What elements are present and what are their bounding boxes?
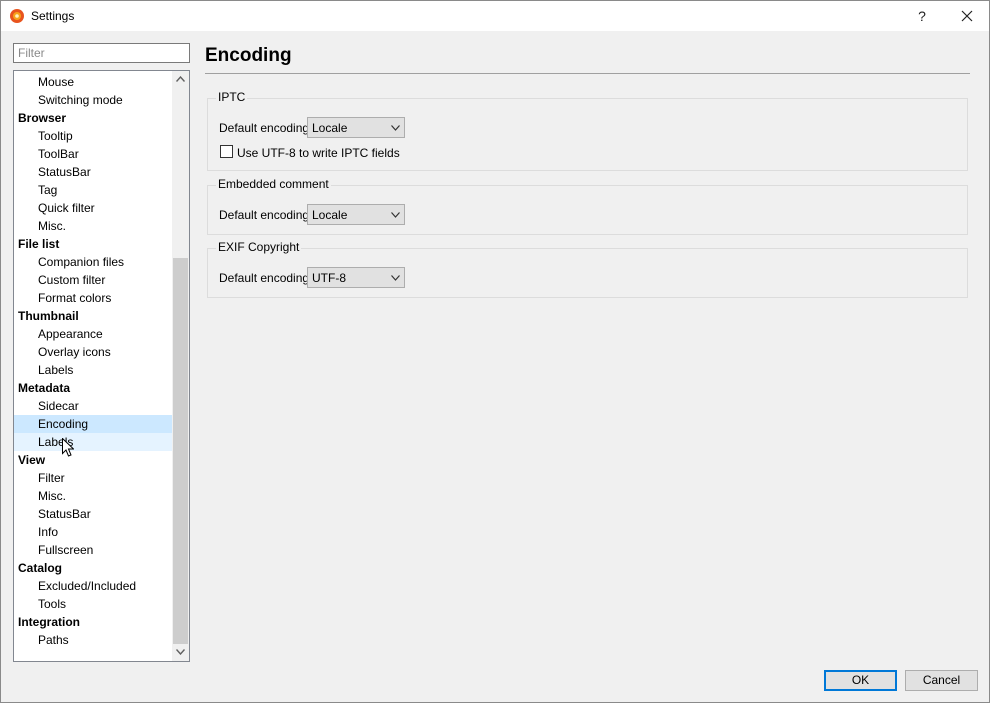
iptc-group: IPTC Default encoding Locale Use UTF-8 t… <box>207 90 968 171</box>
app-logo-icon <box>9 8 25 24</box>
tree-item[interactable]: StatusBar <box>14 163 172 181</box>
tree-item[interactable]: Companion files <box>14 253 172 271</box>
tree-item[interactable]: Fullscreen <box>14 541 172 559</box>
tree-item[interactable]: Switching mode <box>14 91 172 109</box>
embedded-comment-group: Embedded comment Default encoding Locale <box>207 177 968 235</box>
exif-copyright-group-label: EXIF Copyright <box>216 240 302 254</box>
tree-item[interactable]: Appearance <box>14 325 172 343</box>
tree-item[interactable]: Sidecar <box>14 397 172 415</box>
tree-category[interactable]: Browser <box>14 109 172 127</box>
tree-category[interactable]: Integration <box>14 613 172 631</box>
category-list: Mouse Switching mode Browser Tooltip ToolBar… <box>14 73 172 649</box>
tree-item[interactable]: Labels <box>14 361 172 379</box>
tree-item[interactable]: Tools <box>14 595 172 613</box>
embedded-comment-encoding-select[interactable]: Locale <box>307 204 405 225</box>
page-title: Encoding <box>205 45 292 66</box>
tree-item[interactable]: Misc. <box>14 217 172 235</box>
tree-scrollbar[interactable] <box>172 71 189 661</box>
tree-category[interactable]: File list <box>14 235 172 253</box>
exif-copyright-group: EXIF Copyright Default encoding UTF-8 <box>207 240 968 298</box>
close-button[interactable] <box>947 1 987 31</box>
embedded-comment-encoding-value: Locale <box>312 208 348 222</box>
ok-button[interactable]: OK <box>824 670 897 691</box>
tree-item[interactable]: StatusBar <box>14 505 172 523</box>
tree-item[interactable]: Encoding <box>14 415 172 433</box>
iptc-encoding-label: Default encoding <box>219 121 310 135</box>
chevron-up-icon <box>176 76 185 82</box>
tree-category[interactable]: Thumbnail <box>14 307 172 325</box>
iptc-group-label: IPTC <box>216 90 248 104</box>
cancel-button[interactable]: Cancel <box>905 670 978 691</box>
exif-copyright-encoding-select[interactable]: UTF-8 <box>307 267 405 288</box>
tree-item[interactable]: Filter <box>14 469 172 487</box>
tree-item[interactable]: Mouse <box>14 73 172 91</box>
settings-window: Settings ? MouseSwitching modeBrowserToo… <box>0 0 990 703</box>
tree-item[interactable]: Format colors <box>14 289 172 307</box>
scroll-up-button[interactable] <box>172 71 189 88</box>
tree-item[interactable]: Tag <box>14 181 172 199</box>
category-tree[interactable]: Mouse Switching mode Browser Tooltip ToolBar… <box>13 70 190 662</box>
tree-item[interactable]: Paths <box>14 631 172 649</box>
tree-category[interactable]: View <box>14 451 172 469</box>
scroll-thumb[interactable] <box>173 258 188 644</box>
tree-item[interactable]: Overlay icons <box>14 343 172 361</box>
tree-item[interactable]: Quick filter <box>14 199 172 217</box>
tree-item[interactable]: Excluded/Included <box>14 577 172 595</box>
iptc-utf8-label[interactable]: Use UTF-8 to write IPTC fields <box>237 146 400 160</box>
tree-category[interactable]: Metadata <box>14 379 172 397</box>
iptc-utf8-checkbox[interactable] <box>220 145 233 158</box>
iptc-encoding-value: Locale <box>312 121 348 135</box>
tree-item[interactable]: Info <box>14 523 172 541</box>
title-bar[interactable]: Settings ? <box>1 1 989 31</box>
filter-input[interactable] <box>13 43 190 63</box>
window-title: Settings <box>31 9 75 23</box>
close-icon <box>961 10 973 22</box>
embedded-comment-encoding-label: Default encoding <box>219 208 310 222</box>
title-divider <box>205 73 970 74</box>
chevron-down-icon <box>391 212 400 218</box>
tree-item[interactable]: Tooltip <box>14 127 172 145</box>
tree-category[interactable]: Catalog <box>14 559 172 577</box>
tree-item[interactable]: Labels <box>14 433 172 451</box>
exif-copyright-encoding-value: UTF-8 <box>312 271 346 285</box>
scroll-down-button[interactable] <box>172 644 189 661</box>
embedded-comment-group-label: Embedded comment <box>216 177 331 191</box>
tree-item[interactable]: Misc. <box>14 487 172 505</box>
tree-item[interactable]: Custom filter <box>14 271 172 289</box>
iptc-encoding-select[interactable]: Locale <box>307 117 405 138</box>
exif-copyright-encoding-label: Default encoding <box>219 271 310 285</box>
chevron-down-icon <box>176 649 185 655</box>
tree-item[interactable]: ToolBar <box>14 145 172 163</box>
chevron-down-icon <box>391 125 400 131</box>
chevron-down-icon <box>391 275 400 281</box>
mouse-pointer-icon <box>62 438 74 457</box>
help-button[interactable]: ? <box>905 1 939 31</box>
